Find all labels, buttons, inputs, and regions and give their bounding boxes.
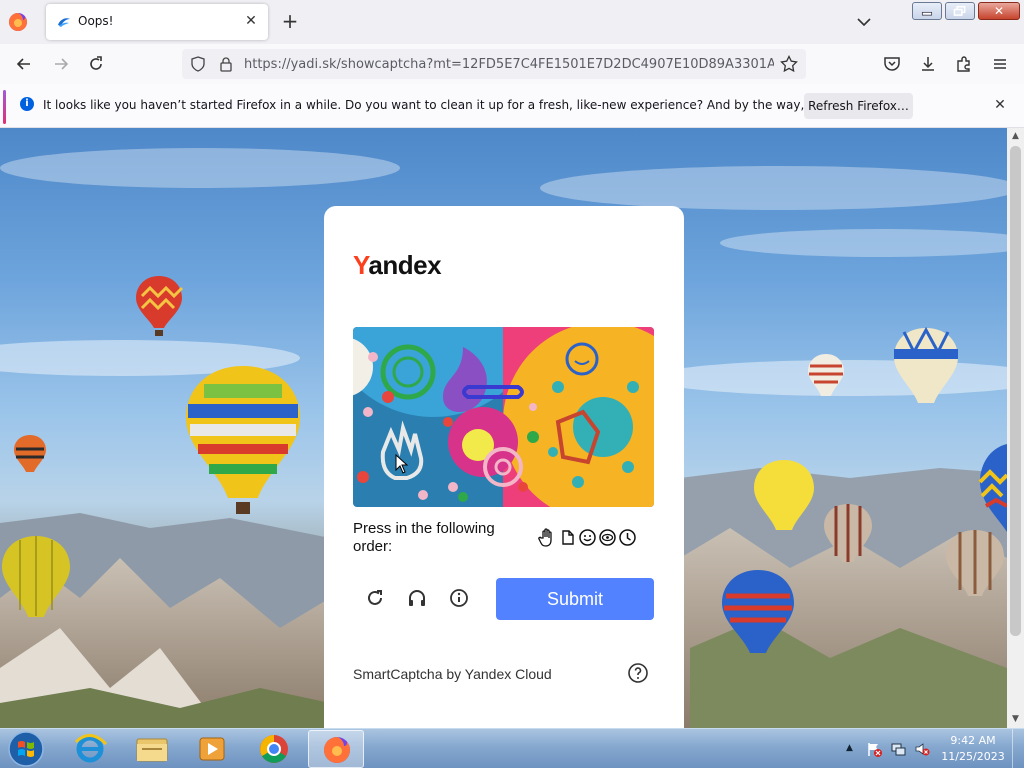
scroll-thumb[interactable] xyxy=(1010,146,1021,636)
chrome-taskbar-icon[interactable] xyxy=(246,730,302,768)
mouse-cursor-icon xyxy=(395,454,409,474)
info-icon: i xyxy=(20,97,34,111)
document-icon xyxy=(562,530,574,545)
clock-icon xyxy=(619,529,636,546)
internet-explorer-taskbar-icon[interactable] xyxy=(62,730,118,768)
captcha-footer: SmartCaptcha by Yandex Cloud xyxy=(353,666,552,682)
show-desktop-button[interactable] xyxy=(1012,729,1024,768)
page-viewport: Yandex Press in the following order: Sub… xyxy=(0,128,1007,728)
system-clock[interactable]: 9:42 AM 11/25/2023 xyxy=(940,733,1006,765)
active-tab[interactable]: Oops! ✕ xyxy=(46,4,268,40)
start-button[interactable] xyxy=(6,730,46,768)
captcha-instruction: Press in the following order: xyxy=(353,520,495,555)
refresh-firefox-button[interactable]: Refresh Firefox… xyxy=(804,93,913,119)
action-center-flag-icon[interactable] xyxy=(866,741,882,757)
refresh-icon[interactable] xyxy=(364,587,386,609)
window-close-button[interactable]: ✕ xyxy=(978,2,1020,20)
yandex-disk-favicon-icon xyxy=(58,18,70,27)
reload-icon[interactable] xyxy=(86,54,106,74)
yandex-logo: Yandex xyxy=(353,250,442,280)
media-player-taskbar-icon[interactable] xyxy=(184,730,240,768)
hot-air-balloon xyxy=(2,536,70,617)
hot-air-balloon xyxy=(136,276,184,336)
hot-air-balloon xyxy=(946,530,1004,596)
navigation-toolbar: https://yadi.sk/showcaptcha?mt=12FD5E7C4… xyxy=(0,44,1024,84)
extensions-icon[interactable] xyxy=(954,54,974,74)
volume-muted-icon[interactable] xyxy=(914,741,930,757)
restore-button[interactable] xyxy=(945,2,975,20)
scroll-up-icon[interactable]: ▲ xyxy=(1007,128,1024,145)
notification-text: It looks like you haven’t started Firefo… xyxy=(43,98,899,112)
firefox-taskbar-icon[interactable] xyxy=(308,730,364,768)
minimize-button[interactable] xyxy=(912,2,942,20)
hot-air-balloon xyxy=(754,460,814,530)
tray-expand-icon[interactable]: ▲ xyxy=(846,743,856,753)
file-explorer-taskbar-icon[interactable] xyxy=(124,730,180,768)
scroll-down-icon[interactable]: ▼ xyxy=(1007,711,1024,728)
hot-air-balloon xyxy=(978,444,1007,532)
tab-close-icon[interactable]: ✕ xyxy=(242,12,260,30)
hot-air-balloon xyxy=(14,435,46,472)
submit-button[interactable]: Submit xyxy=(496,578,654,620)
info-icon[interactable] xyxy=(448,587,470,609)
captcha-image[interactable] xyxy=(353,327,654,507)
tab-title: Oops! xyxy=(78,14,114,28)
help-icon[interactable] xyxy=(627,662,649,684)
hot-air-balloon xyxy=(894,326,958,403)
notification-bar: i It looks like you haven’t started Fire… xyxy=(0,84,1024,128)
pocket-icon[interactable] xyxy=(882,54,902,74)
forward-icon[interactable] xyxy=(51,54,71,74)
shield-icon[interactable] xyxy=(190,56,206,72)
hot-air-balloon xyxy=(808,354,844,396)
clock-date: 11/25/2023 xyxy=(941,750,1005,763)
menu-icon[interactable] xyxy=(990,54,1010,74)
hand-icon xyxy=(538,528,552,547)
notification-accent xyxy=(3,90,6,124)
captcha-order-icons xyxy=(538,528,637,548)
lock-icon[interactable] xyxy=(218,56,234,72)
tab-list-icon[interactable] xyxy=(854,12,874,32)
eye-icon xyxy=(599,529,616,546)
address-bar[interactable]: https://yadi.sk/showcaptcha?mt=12FD5E7C4… xyxy=(182,49,806,79)
tab-bar: Oops! ✕ + ✕ xyxy=(0,0,1024,44)
hot-air-balloon xyxy=(186,366,300,514)
smiley-icon xyxy=(579,529,596,546)
hot-air-balloon xyxy=(824,504,872,562)
url-text[interactable]: https://yadi.sk/showcaptcha?mt=12FD5E7C4… xyxy=(244,57,774,72)
taskbar: ▲ 9:42 AM 11/25/2023 xyxy=(0,728,1024,768)
notification-close-icon[interactable]: ✕ xyxy=(992,97,1008,113)
download-icon[interactable] xyxy=(918,54,938,74)
back-icon[interactable] xyxy=(14,54,34,74)
vertical-scrollbar[interactable]: ▲ ▼ xyxy=(1007,128,1024,728)
firefox-icon[interactable] xyxy=(8,12,28,32)
new-tab-icon[interactable]: + xyxy=(280,11,300,31)
clock-time: 9:42 AM xyxy=(950,734,996,747)
network-icon[interactable] xyxy=(890,741,906,757)
window-controls: ✕ xyxy=(912,2,1020,20)
bookmark-star-icon[interactable] xyxy=(780,55,798,73)
hot-air-balloon xyxy=(722,570,794,653)
audio-icon[interactable] xyxy=(406,587,428,609)
captcha-card: Yandex Press in the following order: Sub… xyxy=(324,206,684,728)
